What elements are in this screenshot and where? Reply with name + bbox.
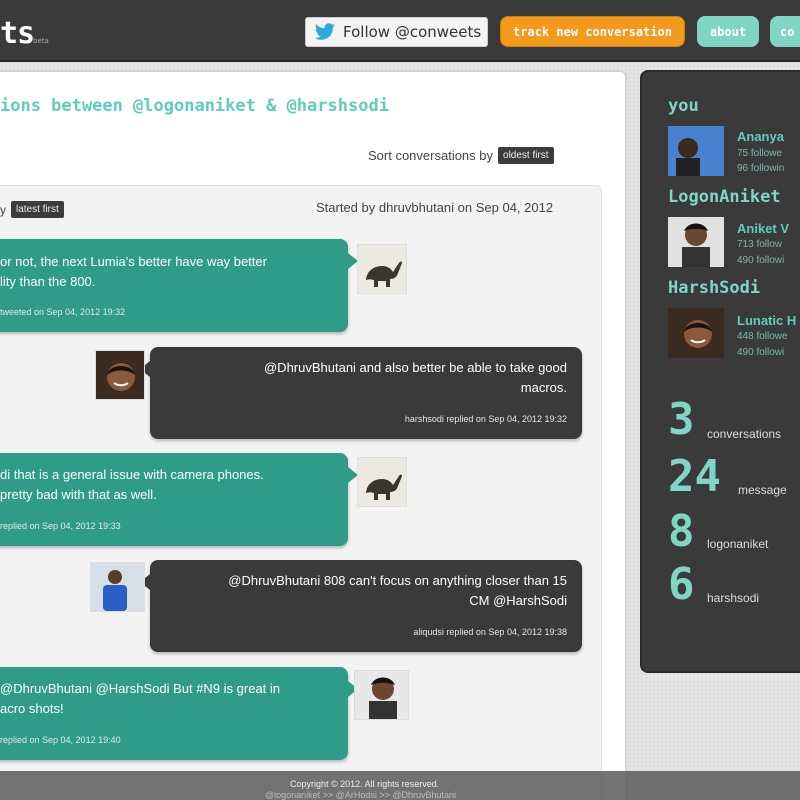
- message-text-line: @DhruvBhutani and also better be able to…: [263, 360, 567, 375]
- harshsodi-followers: 448 followe: [737, 331, 788, 342]
- page-title: ions between @logonaniket & @harshsodi: [0, 96, 389, 116]
- message-text-line: lity than the 800.: [0, 274, 96, 289]
- follow-twitter-button[interactable]: Follow @conweets: [305, 17, 488, 47]
- started-by-text: Started by dhruvbhutani on Sep 04, 2012: [316, 200, 554, 215]
- follow-label: Follow @conweets: [343, 23, 482, 41]
- stat-harshsodi-label: harshsodi: [707, 591, 760, 605]
- aliqudsi-avatar-icon[interactable]: [90, 562, 145, 612]
- stat-harshsodi-count: 6: [668, 559, 695, 610]
- message-meta: replied on Sep 04, 2012 19:40: [0, 735, 121, 745]
- sort-conversations: Sort conversations by oldest first: [368, 147, 554, 164]
- message-text-line: macros.: [520, 380, 567, 395]
- about-button[interactable]: about: [697, 16, 759, 47]
- you-following: 96 followin: [737, 163, 785, 174]
- sidebar-heading-harshsodi: HarshSodi: [668, 278, 761, 298]
- logonaniket-followers: 713 follow: [737, 239, 783, 250]
- stat-conversations-label: conversations: [707, 427, 782, 441]
- stat-conversations-count: 3: [668, 394, 695, 445]
- harshsodi-following: 490 followi: [737, 347, 785, 358]
- logo-beta-label: beta: [33, 37, 49, 45]
- footer-nav-links[interactable]: @logonaniket >> @ArHodsi >> @DhruvBhutan…: [265, 790, 456, 800]
- message-bubble: @DhruvBhutani @HarshSodi But #N9 is grea…: [0, 667, 358, 760]
- elephant-avatar-icon[interactable]: [357, 244, 407, 294]
- stat-logonaniket-count: 8: [668, 506, 695, 557]
- message-text-line: di that is a general issue with camera p…: [0, 467, 264, 482]
- nav-button-cut[interactable]: co: [770, 16, 800, 47]
- message-bubble: @DhruvBhutani 808 can't focus on anythin…: [140, 560, 582, 652]
- track-new-conversation-button[interactable]: track new conversation: [500, 16, 685, 47]
- you-followers: 75 followe: [737, 148, 783, 159]
- message-text-line: CM @HarshSodi: [469, 593, 567, 608]
- logonaniket-name-link[interactable]: Aniket V: [737, 221, 789, 236]
- message-bubble: @DhruvBhutani and also better be able to…: [140, 347, 582, 439]
- logonaniket-avatar-icon[interactable]: [354, 670, 409, 720]
- message-text-line: or not, the next Lumia's better have way…: [0, 254, 267, 269]
- stat-messages-count: 24: [668, 451, 721, 502]
- footer-copyright: Copyright © 2012. All rights reserved.: [290, 779, 440, 789]
- stat-logonaniket-label: logonaniket: [707, 537, 769, 551]
- message-text-line: acro shots!: [0, 701, 64, 716]
- conv-sort-label: y: [0, 202, 6, 217]
- message-text-line: @DhruvBhutani @HarshSodi But #N9 is grea…: [0, 681, 281, 696]
- message-text-line: pretty bad with that as well.: [0, 487, 157, 502]
- sort-label: Sort conversations by: [368, 148, 494, 163]
- logonaniket-following: 490 followi: [737, 255, 785, 266]
- message-bubble: or not, the next Lumia's better have way…: [0, 239, 358, 332]
- message-meta: replied on Sep 04, 2012 19:33: [0, 521, 121, 531]
- you-name-link[interactable]: Ananya: [737, 129, 784, 144]
- elephant-avatar-icon[interactable]: [357, 457, 407, 507]
- twitter-bird-icon: [314, 23, 335, 40]
- message-meta: aliqudsi replied on Sep 04, 2012 19:38: [413, 627, 567, 637]
- sidebar-heading-logonaniket: LogonAniket: [668, 187, 781, 207]
- message-meta: harshsodi replied on Sep 04, 2012 19:32: [404, 414, 567, 424]
- harshsodi-name-link[interactable]: Lunatic H: [737, 313, 796, 328]
- sort-oldest-first-toggle[interactable]: oldest first: [498, 147, 554, 164]
- site-logo[interactable]: ts: [0, 16, 35, 51]
- message-text-line: @DhruvBhutani 808 can't focus on anythin…: [228, 573, 567, 588]
- sort-latest-first-toggle[interactable]: latest first: [11, 201, 64, 218]
- harshsodi-avatar-icon[interactable]: [95, 350, 145, 400]
- you-avatar-icon[interactable]: [668, 126, 724, 176]
- sidebar-heading-you: you: [668, 96, 699, 116]
- message-bubble: di that is a general issue with camera p…: [0, 453, 358, 546]
- logonaniket-sidebar-avatar-icon[interactable]: [668, 217, 724, 267]
- message-meta: tweeted on Sep 04, 2012 19:32: [0, 307, 126, 317]
- stat-messages-label: message: [738, 483, 787, 497]
- harshsodi-sidebar-avatar-icon[interactable]: [668, 308, 724, 358]
- conversation-sort: y latest first: [0, 201, 64, 218]
